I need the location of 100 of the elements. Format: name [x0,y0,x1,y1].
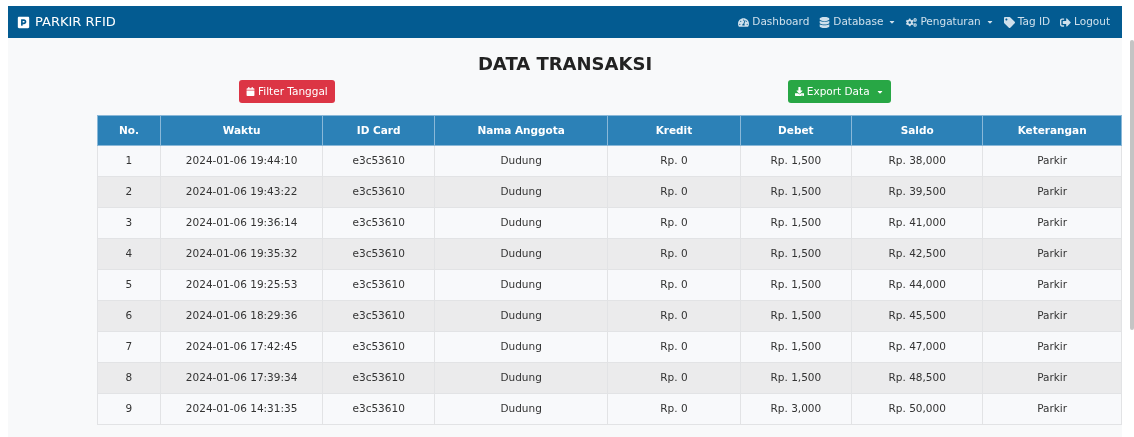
table-cell: Rp. 41,000 [851,207,983,239]
table-cell: Rp. 1,500 [740,176,852,208]
table-cell: Rp. 44,000 [851,269,983,301]
table-cell: 2024-01-06 18:29:36 [160,300,323,332]
nav-dropdown[interactable]: Database [819,14,897,30]
table-cell: Parkir [982,145,1122,177]
table-cell: e3c53610 [322,176,435,208]
table-cell: Parkir [982,300,1122,332]
nav-link[interactable]: Logout [1060,14,1110,30]
table-cell: Dudung [434,238,608,270]
table-cell: Rp. 0 [607,176,741,208]
dashboard-icon [738,16,750,28]
table-cell: e3c53610 [322,269,435,301]
table-cell: Rp. 0 [607,362,741,394]
tag-icon [1003,16,1015,28]
table-cell: e3c53610 [322,207,435,239]
gears-icon [906,16,918,28]
table-cell: e3c53610 [322,331,435,363]
table-cell: e3c53610 [322,145,435,177]
table-cell: 2024-01-06 19:35:32 [160,238,323,270]
table-cell: 2024-01-06 19:44:10 [160,145,323,177]
column-header: Waktu [160,115,323,146]
table-cell: Dudung [434,176,608,208]
nav-dropdown[interactable]: Pengaturan [906,14,994,30]
table-cell: Rp. 42,500 [851,238,983,270]
table-cell: 6 [97,300,161,332]
column-header: Kredit [607,115,741,146]
page-title: DATA TRANSAKSI [477,52,653,76]
table-cell: 2 [97,176,161,208]
table-cell: Rp. 0 [607,269,741,301]
table-cell: 1 [97,145,161,177]
table-cell: Rp. 39,500 [851,176,983,208]
table-cell: Dudung [434,207,608,239]
table-cell: e3c53610 [322,393,435,425]
table-cell: Dudung [434,145,608,177]
table-cell: 2024-01-06 17:42:45 [160,331,323,363]
download-icon [794,87,804,96]
table-cell: Parkir [982,176,1122,208]
table-cell: Rp. 0 [607,238,741,270]
table-cell: Dudung [434,393,608,425]
table-cell: 3 [97,207,161,239]
table-cell: 4 [97,238,161,270]
filter-date-button[interactable]: Filter Tanggal [239,80,335,103]
table-cell: 2024-01-06 14:31:35 [160,393,323,425]
nav-link[interactable]: Dashboard [738,14,810,30]
export-data-button[interactable]: Export Data [787,80,891,103]
calendar-icon [246,87,255,96]
table-cell: 2024-01-06 19:25:53 [160,269,323,301]
table-cell: Rp. 1,500 [740,269,852,301]
table-cell: Rp. 0 [607,145,741,177]
table-cell: Rp. 0 [607,207,741,239]
table-cell: Dudung [434,362,608,394]
table-cell: Parkir [982,207,1122,239]
table-cell: Parkir [982,269,1122,301]
column-header: No. [97,115,161,146]
table-cell: Dudung [434,331,608,363]
table-cell: 7 [97,331,161,363]
column-header: Saldo [851,115,983,146]
brand-link[interactable]: PARKIR RFID [17,12,116,32]
table-cell: Dudung [434,269,608,301]
table-cell: 2024-01-06 19:36:14 [160,207,323,239]
table-cell: 2024-01-06 17:39:34 [160,362,323,394]
table-cell: 2024-01-06 19:43:22 [160,176,323,208]
table-cell: Rp. 1,500 [740,300,852,332]
table-cell: Rp. 47,000 [851,331,983,363]
table-cell: Parkir [982,238,1122,270]
table-cell: Rp. 1,500 [740,331,852,363]
table-cell: Dudung [434,300,608,332]
logout-icon [1060,16,1072,28]
table-cell: Parkir [982,393,1122,425]
column-header: Nama Anggota [434,115,608,146]
caret-icon [888,18,897,26]
table-cell: Rp. 1,500 [740,207,852,239]
table-cell: Rp. 1,500 [740,362,852,394]
column-header: Keterangan [982,115,1122,146]
database-icon [819,16,831,28]
column-header: ID Card [322,115,435,146]
table-cell: Rp. 50,000 [851,393,983,425]
table-cell: Rp. 0 [607,331,741,363]
table-cell: Rp. 38,000 [851,145,983,177]
table-cell: Rp. 1,500 [740,238,852,270]
table-cell: 9 [97,393,161,425]
scrollbar[interactable] [1130,40,1134,330]
table-cell: Parkir [982,331,1122,363]
table-cell: Rp. 0 [607,300,741,332]
table-cell: e3c53610 [322,300,435,332]
table-cell: 8 [97,362,161,394]
table-cell: Rp. 48,500 [851,362,983,394]
column-header: Debet [740,115,852,146]
table-cell: Rp. 3,000 [740,393,852,425]
nav-link[interactable]: Tag ID [1003,14,1051,30]
table-cell: Rp. 0 [607,393,741,425]
table-cell: e3c53610 [322,362,435,394]
table-cell: 5 [97,269,161,301]
table-cell: Rp. 1,500 [740,145,852,177]
table-cell: e3c53610 [322,238,435,270]
table-cell: Rp. 45,500 [851,300,983,332]
table-cell: Parkir [982,362,1122,394]
parking-icon [17,15,30,29]
caret-icon [985,18,994,26]
